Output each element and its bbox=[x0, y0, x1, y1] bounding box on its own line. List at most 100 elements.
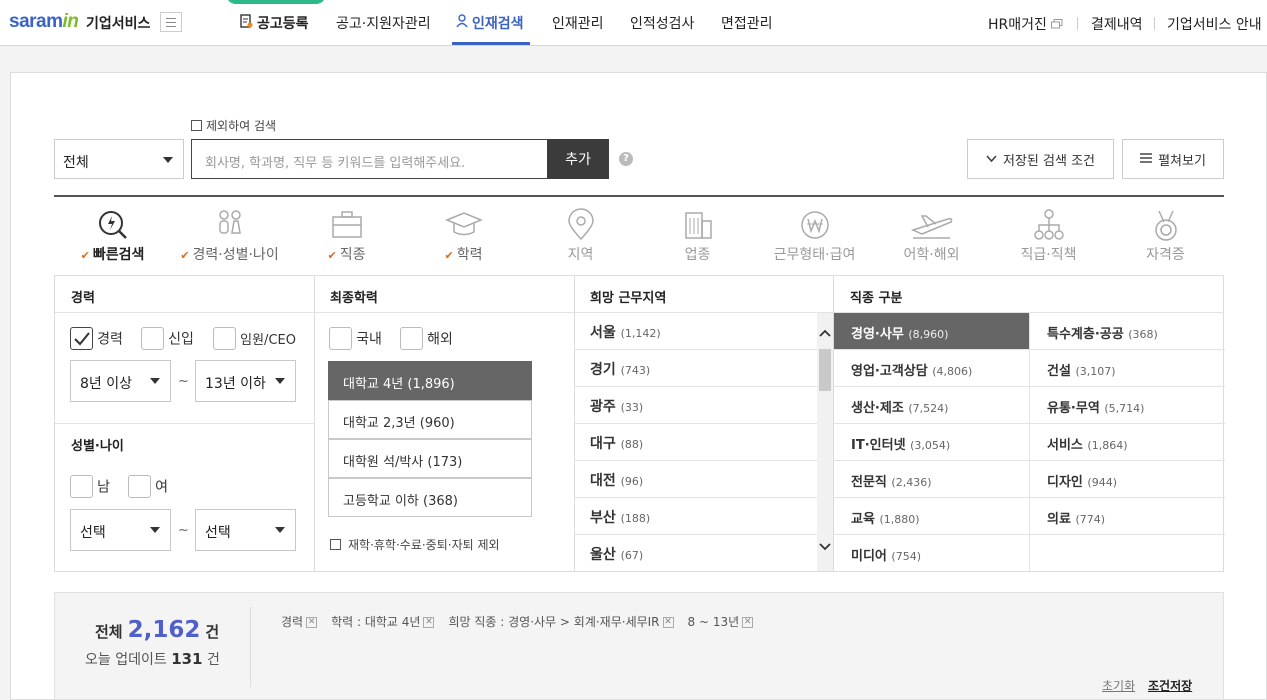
tab-region[interactable]: 지역 bbox=[522, 200, 639, 276]
job-item-education[interactable]: 교육 (1,880) bbox=[834, 498, 1029, 535]
condition-tag: 학력 : 대학교 4년 ✕ bbox=[331, 615, 435, 629]
region-title: 희망 근무지역 bbox=[574, 276, 833, 313]
region-item-ulsan[interactable]: 울산 (67) bbox=[574, 535, 817, 572]
region-item-gyeonggi[interactable]: 경기 (743) bbox=[574, 350, 817, 387]
job-item-construction[interactable]: 건설 (3,107) bbox=[1030, 350, 1225, 387]
nav-applicant-management[interactable]: 공고·지원자관리 bbox=[336, 0, 431, 46]
region-item-busan[interactable]: 부산 (188) bbox=[574, 498, 817, 535]
region-item-seoul[interactable]: 서울 (1,142) bbox=[574, 313, 817, 350]
job-item-medical[interactable]: 의료 (774) bbox=[1030, 498, 1225, 535]
reset-link[interactable]: 초기화 bbox=[1102, 677, 1135, 694]
tab-job-type[interactable]: ✔ 직종 bbox=[288, 200, 405, 276]
exclude-enrolled-option[interactable]: 재학·휴학·수료·중퇴·자퇴 제외 bbox=[330, 536, 500, 553]
tab-language-overseas[interactable]: 어학·해외 bbox=[873, 200, 990, 276]
region-scrollbar[interactable] bbox=[817, 313, 833, 571]
job-item-management-office[interactable]: 경영·사무 (8,960) bbox=[834, 313, 1029, 350]
select-value: 8년 이상 bbox=[80, 376, 132, 392]
education-item-high-school[interactable]: 고등학교 이하 (368) bbox=[328, 478, 532, 517]
tab-career-gender-age[interactable]: ✔ 경력·성별·나이 bbox=[171, 200, 288, 276]
option-label: 신입 bbox=[168, 331, 194, 348]
checkbox-checked[interactable] bbox=[70, 327, 93, 350]
scrollbar-thumb[interactable] bbox=[819, 349, 831, 391]
education-scope-domestic[interactable]: 국내 bbox=[329, 327, 382, 350]
career-option-new[interactable]: 신입 bbox=[141, 327, 194, 350]
close-icon[interactable]: ✕ bbox=[306, 617, 318, 628]
education-item-college-2-3yr[interactable]: 대학교 2,3년 (960) bbox=[328, 400, 532, 439]
nav-post-job[interactable]: 공고등록 bbox=[240, 0, 309, 46]
chevron-down-icon bbox=[150, 378, 160, 384]
tab-industry[interactable]: 업종 bbox=[639, 200, 756, 276]
age-to-select[interactable]: 선택 bbox=[195, 509, 296, 551]
tab-label: ✔ 학력 bbox=[444, 247, 483, 263]
list-icon bbox=[1140, 152, 1153, 167]
tab-label: 어학·해외 bbox=[903, 247, 960, 263]
checkbox[interactable] bbox=[70, 475, 93, 498]
today-update-count: 오늘 업데이트 131 건 bbox=[85, 650, 220, 668]
job-item-distribution-trade[interactable]: 유통·무역 (5,714) bbox=[1030, 387, 1225, 424]
link-hr-magazine[interactable]: HR매거진 bbox=[988, 14, 1063, 34]
career-from-select[interactable]: 8년 이상 bbox=[70, 360, 171, 402]
close-icon[interactable]: ✕ bbox=[662, 617, 674, 628]
nav-interview-management[interactable]: 면접관리 bbox=[721, 0, 773, 46]
gender-option-male[interactable]: 남 bbox=[70, 475, 110, 498]
job-type-column: 직종 구분 경영·사무 (8,960) 영업·고객상담 (4,806) 생산·제… bbox=[834, 276, 1225, 572]
saved-conditions-button[interactable]: 저장된 검색 조건 bbox=[967, 139, 1114, 179]
filter-panel: 경력 경력 신입 임원/CEO 8년 이상 ~ 13년 이하 성별·나이 남 여… bbox=[54, 275, 1225, 572]
link-service-guide[interactable]: 기업서비스 안내 bbox=[1167, 14, 1262, 34]
tab-quick-search[interactable]: ✔ 빠른검색 bbox=[54, 200, 171, 276]
job-item-design[interactable]: 디자인 (944) bbox=[1030, 461, 1225, 498]
job-item-it[interactable]: IT·인터넷 (3,054) bbox=[834, 424, 1029, 461]
job-item-service[interactable]: 서비스 (1,864) bbox=[1030, 424, 1225, 461]
job-item-public[interactable]: 특수계층·공공 (368) bbox=[1030, 313, 1225, 350]
region-item-daejeon[interactable]: 대전 (96) bbox=[574, 461, 817, 498]
checkbox[interactable] bbox=[329, 327, 352, 350]
airplane-icon bbox=[910, 215, 952, 239]
career-option-experienced[interactable]: 경력 bbox=[70, 327, 123, 350]
job-item-media[interactable]: 미디어 (754) bbox=[834, 535, 1029, 572]
region-item-gwangju[interactable]: 광주 (33) bbox=[574, 387, 817, 424]
checkbox[interactable] bbox=[330, 539, 341, 550]
help-icon[interactable]: ? bbox=[619, 152, 633, 166]
region-item-daegu[interactable]: 대구 (88) bbox=[574, 424, 817, 461]
education-item-university-4yr[interactable]: 대학교 4년 (1,896) bbox=[328, 361, 532, 400]
keyword-input[interactable]: 회사명, 학과명, 직무 등 키워드를 입력해주세요. bbox=[191, 139, 548, 179]
close-icon[interactable]: ✕ bbox=[423, 617, 435, 628]
tab-rank-position[interactable]: 직급·직책 bbox=[990, 200, 1107, 276]
tab-education[interactable]: ✔ 학력 bbox=[405, 200, 522, 276]
option-label: 경력 bbox=[97, 331, 123, 348]
hamburger-menu-icon[interactable] bbox=[160, 12, 182, 32]
chevron-down-icon[interactable] bbox=[819, 543, 831, 551]
tab-work-type-salary[interactable]: 근무형태·급여 bbox=[756, 200, 873, 276]
expand-button[interactable]: 펼쳐보기 bbox=[1122, 139, 1224, 179]
range-tilde: ~ bbox=[178, 523, 189, 538]
nav-talent-search[interactable]: 인재검색 bbox=[456, 0, 524, 46]
exclude-search-option[interactable]: 제외하여 검색 bbox=[191, 117, 276, 134]
checkbox[interactable] bbox=[213, 327, 236, 350]
age-from-select[interactable]: 선택 bbox=[70, 509, 171, 551]
gender-option-female[interactable]: 여 bbox=[128, 475, 168, 498]
tab-certificate[interactable]: 자격증 bbox=[1107, 200, 1224, 276]
close-icon[interactable]: ✕ bbox=[742, 617, 754, 628]
tab-label: 직급·직책 bbox=[1020, 247, 1077, 263]
nav-talent-management[interactable]: 인재관리 bbox=[552, 0, 604, 46]
saramin-logo[interactable]: saramin bbox=[9, 11, 79, 33]
job-item-manufacturing[interactable]: 생산·제조 (7,524) bbox=[834, 387, 1029, 424]
add-keyword-button[interactable]: 추가 bbox=[547, 139, 609, 179]
career-to-select[interactable]: 13년 이하 bbox=[195, 360, 296, 402]
career-option-executive[interactable]: 임원/CEO bbox=[213, 327, 296, 350]
exclude-checkbox[interactable] bbox=[191, 120, 202, 131]
checkbox[interactable] bbox=[128, 475, 151, 498]
checkbox[interactable] bbox=[141, 327, 164, 350]
save-conditions-link[interactable]: 조건저장 bbox=[1148, 677, 1192, 694]
search-scope-select[interactable]: 전체 bbox=[54, 139, 184, 179]
checkbox[interactable] bbox=[400, 327, 423, 350]
people-icon bbox=[218, 210, 241, 234]
education-item-graduate[interactable]: 대학원 석/박사 (173) bbox=[328, 439, 532, 478]
link-payment-history[interactable]: 결제내역 bbox=[1091, 14, 1143, 34]
building-icon bbox=[684, 212, 712, 239]
nav-aptitude-test[interactable]: 인적성검사 bbox=[630, 0, 694, 46]
chevron-up-icon[interactable] bbox=[819, 329, 831, 337]
job-item-professional[interactable]: 전문직 (2,436) bbox=[834, 461, 1029, 498]
education-scope-overseas[interactable]: 해외 bbox=[400, 327, 453, 350]
job-item-sales[interactable]: 영업·고객상담 (4,806) bbox=[834, 350, 1029, 387]
